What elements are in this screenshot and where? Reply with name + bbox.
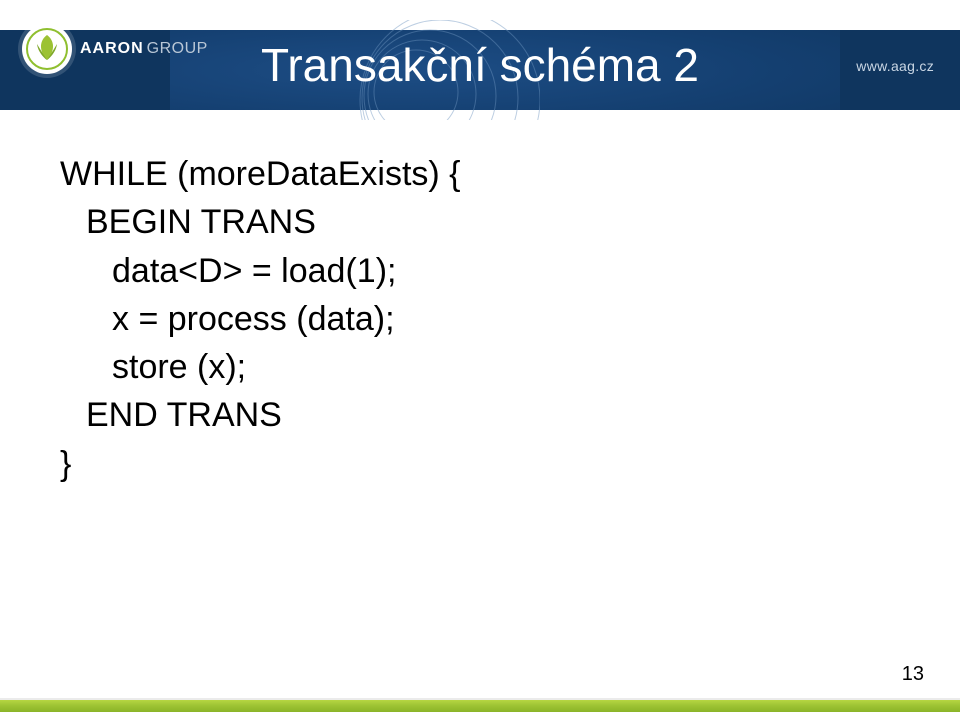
slide-body: WHILE (moreDataExists) { BEGIN TRANS dat… [60, 150, 900, 488]
code-line: x = process (data); [60, 295, 900, 343]
code-line: WHILE (moreDataExists) { [60, 150, 900, 198]
code-block: WHILE (moreDataExists) { BEGIN TRANS dat… [60, 150, 900, 488]
page-number: 13 [902, 663, 924, 686]
code-line: BEGIN TRANS [60, 198, 900, 246]
code-line: store (x); [60, 343, 900, 391]
slide-title: Transakční schéma 2 [0, 38, 960, 92]
code-line: data<D> = load(1); [60, 247, 900, 295]
footer-accent-bar [0, 700, 960, 712]
code-line: END TRANS [60, 391, 900, 439]
slide: AARON GROUP www.aag.cz Transakční schéma… [0, 0, 960, 720]
code-line: } [60, 440, 900, 488]
